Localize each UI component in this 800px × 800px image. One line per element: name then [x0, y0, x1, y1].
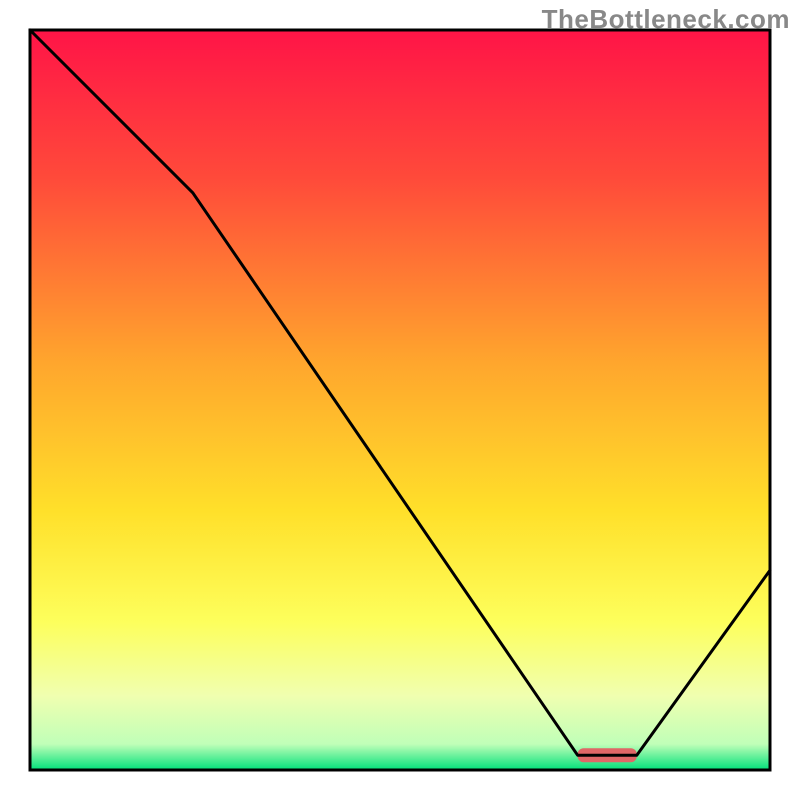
chart-container: TheBottleneck.com: [0, 0, 800, 800]
bottleneck-chart: [0, 0, 800, 800]
watermark-text: TheBottleneck.com: [542, 4, 790, 35]
